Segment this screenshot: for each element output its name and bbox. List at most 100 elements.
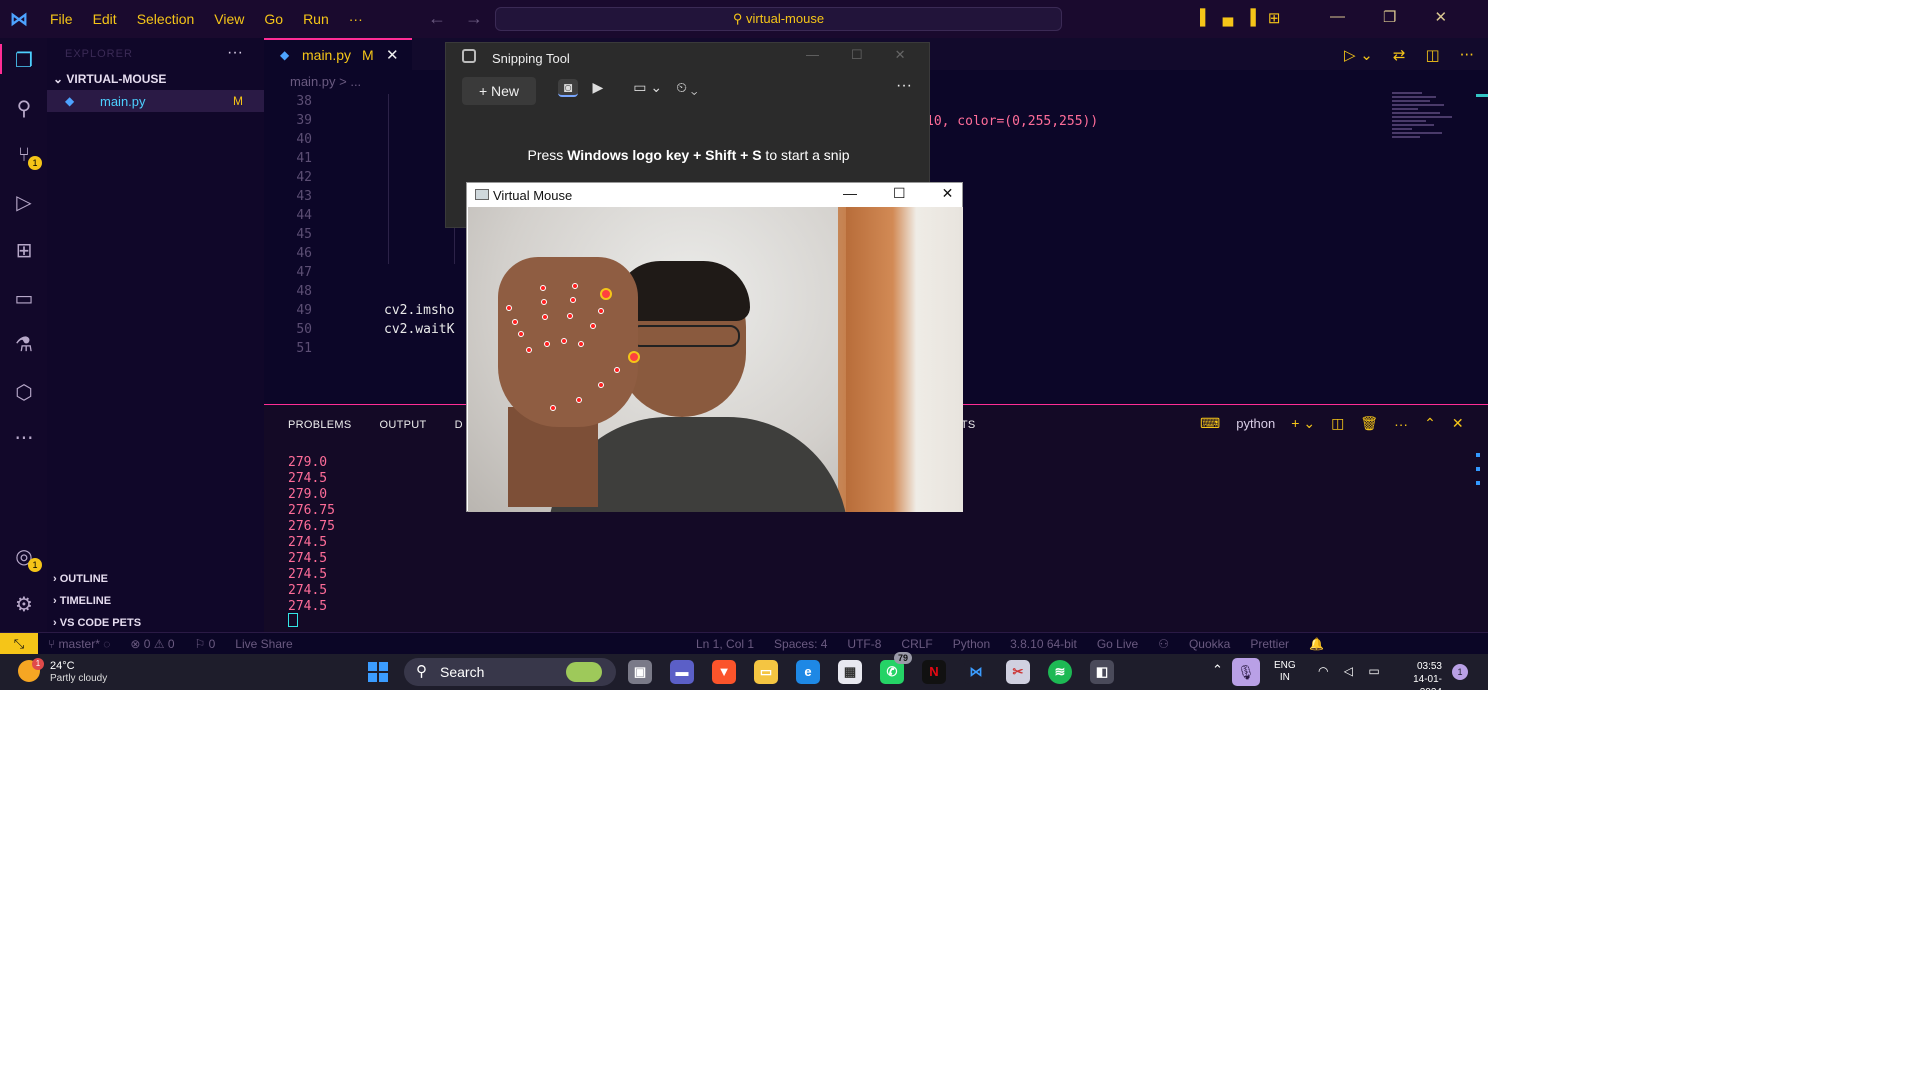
menu-view[interactable]: View xyxy=(214,11,244,27)
maximize-icon[interactable]: ☐ xyxy=(893,185,906,202)
remote-explorer-icon[interactable]: ▭ xyxy=(12,286,36,310)
minimap[interactable] xyxy=(1392,92,1456,162)
tab-close-icon[interactable]: ✕ xyxy=(386,46,399,64)
line-ending[interactable]: CRLF xyxy=(901,637,932,651)
minimize-icon[interactable]: — xyxy=(806,47,819,63)
close-icon[interactable]: ✕ xyxy=(942,185,954,202)
task-view-icon[interactable]: ▣ xyxy=(628,660,652,684)
section-outline[interactable]: › OUTLINE xyxy=(53,573,108,585)
extensions-icon[interactable]: ⊞ xyxy=(12,238,36,262)
maximize-panel-icon[interactable]: ⌃ xyxy=(1424,415,1436,432)
whatsapp-icon[interactable]: ✆ 79 xyxy=(880,652,912,684)
webcam-frame[interactable] xyxy=(468,207,963,512)
menu-selection[interactable]: Selection xyxy=(137,11,195,27)
toggle-primary-sidebar-icon[interactable]: ▌ xyxy=(1200,9,1211,27)
file-main-py[interactable]: ◆ main.py M xyxy=(47,90,264,112)
tab-debug-console[interactable]: D xyxy=(455,419,463,431)
new-terminal-icon[interactable]: + ⌄ xyxy=(1291,415,1315,432)
cursor-position[interactable]: Ln 1, Col 1 xyxy=(696,637,754,651)
new-snip-button[interactable]: + New xyxy=(462,77,536,105)
teams-chat-icon[interactable]: ▬ xyxy=(670,660,694,684)
screenshot-mode-icon[interactable]: ◙ xyxy=(558,79,579,97)
run-file-icon[interactable]: ▷ ⌄ xyxy=(1344,46,1373,64)
copilot-icon[interactable]: ⚇ xyxy=(1158,637,1169,651)
explorer-icon[interactable]: ❐ xyxy=(12,48,36,72)
notification-count[interactable]: 1 xyxy=(1452,664,1468,680)
ports-status[interactable]: ⚐ 0 xyxy=(195,637,216,651)
more-actions-icon[interactable]: ··· xyxy=(1460,46,1474,64)
microsoft-store-icon[interactable]: ▦ xyxy=(838,660,862,684)
snipping-tool-taskbar-icon[interactable]: ✂ xyxy=(1006,660,1030,684)
edge-browser-icon[interactable]: e xyxy=(796,660,820,684)
terminal-label[interactable]: python xyxy=(1236,416,1275,431)
go-live[interactable]: Go Live xyxy=(1097,637,1138,651)
back-arrow-icon[interactable]: ← xyxy=(428,8,446,28)
close-icon[interactable]: ✕ xyxy=(895,47,906,63)
branch-status[interactable]: ⑂ master* ◌ xyxy=(48,637,110,651)
testing-icon[interactable]: ⚗ xyxy=(12,332,36,356)
tab-problems[interactable]: PROBLEMS xyxy=(288,419,352,431)
run-debug-icon[interactable]: ▷ xyxy=(12,190,36,214)
split-editor-icon[interactable]: ◫ xyxy=(1425,46,1439,64)
menu-go[interactable]: Go xyxy=(264,11,283,27)
vscode-taskbar-icon[interactable]: ⋈ xyxy=(964,660,988,684)
accounts-icon[interactable]: ◎ 1 xyxy=(12,544,42,572)
more-views-icon[interactable]: ··· xyxy=(12,426,36,450)
menu-run[interactable]: Run xyxy=(303,11,329,27)
menu-file[interactable]: File xyxy=(50,11,73,27)
compare-changes-icon[interactable]: ⇄ xyxy=(1393,46,1406,64)
problems-status[interactable]: ⊗ 0 ⚠ 0 xyxy=(130,637,174,651)
tab-ports[interactable]: TS xyxy=(961,419,976,431)
source-control-icon[interactable]: ⑂ 1 xyxy=(12,142,42,170)
toggle-secondary-sidebar-icon[interactable]: ▐ xyxy=(1245,9,1256,27)
split-terminal-icon[interactable]: ◫ xyxy=(1331,415,1344,432)
language-indicator[interactable]: ENG IN xyxy=(1274,660,1296,684)
tab-output[interactable]: OUTPUT xyxy=(380,419,427,431)
snip-shape-icon[interactable]: ▭ ⌄ xyxy=(633,79,662,97)
menu-more[interactable]: ··· xyxy=(349,11,363,27)
terminal-output[interactable]: 279.0 274.5 279.0 276.75 276.75 274.5 27… xyxy=(288,455,335,615)
bell-icon[interactable]: 🔔 xyxy=(1309,637,1324,651)
language-mode[interactable]: Python xyxy=(953,637,990,651)
folder-virtual-mouse[interactable]: ⌄ VIRTUAL-MOUSE xyxy=(53,72,166,86)
menu-edit[interactable]: Edit xyxy=(93,11,117,27)
minimize-icon[interactable]: — xyxy=(843,185,857,202)
spotify-icon[interactable]: ≋ xyxy=(1048,660,1072,684)
live-share-status[interactable]: Live Share xyxy=(235,637,292,651)
forward-arrow-icon[interactable]: → xyxy=(465,8,483,28)
editor-scrollbar-marker[interactable] xyxy=(1476,94,1488,97)
maximize-icon[interactable]: ☐ xyxy=(851,47,863,63)
sidebar-more-icon[interactable]: ··· xyxy=(227,44,243,62)
indentation[interactable]: Spaces: 4 xyxy=(774,637,827,651)
breadcrumb[interactable]: main.py > ... xyxy=(290,74,361,89)
python-window-taskbar-icon[interactable]: ◧ xyxy=(1090,660,1114,684)
settings-gear-icon[interactable]: ⚙ xyxy=(12,592,36,616)
snip-more-icon[interactable]: ··· xyxy=(896,77,912,95)
clock[interactable]: 03:53 14-01-2024 xyxy=(1392,660,1442,690)
show-hidden-icons-icon[interactable]: ⌃ xyxy=(1212,662,1223,678)
tab-main-py[interactable]: ◆ main.py M ✕ xyxy=(264,38,412,70)
close-panel-icon[interactable]: ✕ xyxy=(1452,415,1464,432)
video-mode-icon[interactable]: ▶ xyxy=(592,79,603,97)
section-vs-code-pets[interactable]: › VS CODE PETS xyxy=(53,617,141,629)
file-explorer-icon[interactable]: ▭ xyxy=(754,660,778,684)
close-icon[interactable]: ✕ xyxy=(1434,8,1447,26)
remote-indicator-icon[interactable]: ⤡ xyxy=(0,633,38,655)
brave-browser-icon[interactable]: ▼ xyxy=(712,660,736,684)
weather-widget[interactable]: 1 24°C Partly cloudy xyxy=(18,658,138,688)
delay-timer-icon[interactable]: ⏲ ⌄ xyxy=(676,79,697,97)
restore-icon[interactable]: ❐ xyxy=(1383,8,1396,26)
more-actions-icon[interactable]: ··· xyxy=(1394,416,1408,432)
code-area[interactable]: cv2.imsho cv2.waitK xyxy=(384,94,454,360)
wifi-volume-battery-icons[interactable]: ◠ ◁ ▭ xyxy=(1318,664,1386,678)
interpreter-version[interactable]: 3.8.10 64-bit xyxy=(1010,637,1077,651)
search-icon[interactable]: ⚲ xyxy=(12,96,36,120)
quokka[interactable]: Quokka xyxy=(1189,637,1230,651)
taskbar-search[interactable]: ⚲ Search xyxy=(404,658,616,686)
netflix-icon[interactable]: N xyxy=(922,660,946,684)
customize-layout-icon[interactable]: ⊞ xyxy=(1268,9,1281,27)
kill-terminal-icon[interactable]: 🗑 xyxy=(1360,415,1378,432)
encoding[interactable]: UTF-8 xyxy=(847,637,881,651)
section-timeline[interactable]: › TIMELINE xyxy=(53,595,111,607)
prettier[interactable]: Prettier xyxy=(1250,637,1289,651)
